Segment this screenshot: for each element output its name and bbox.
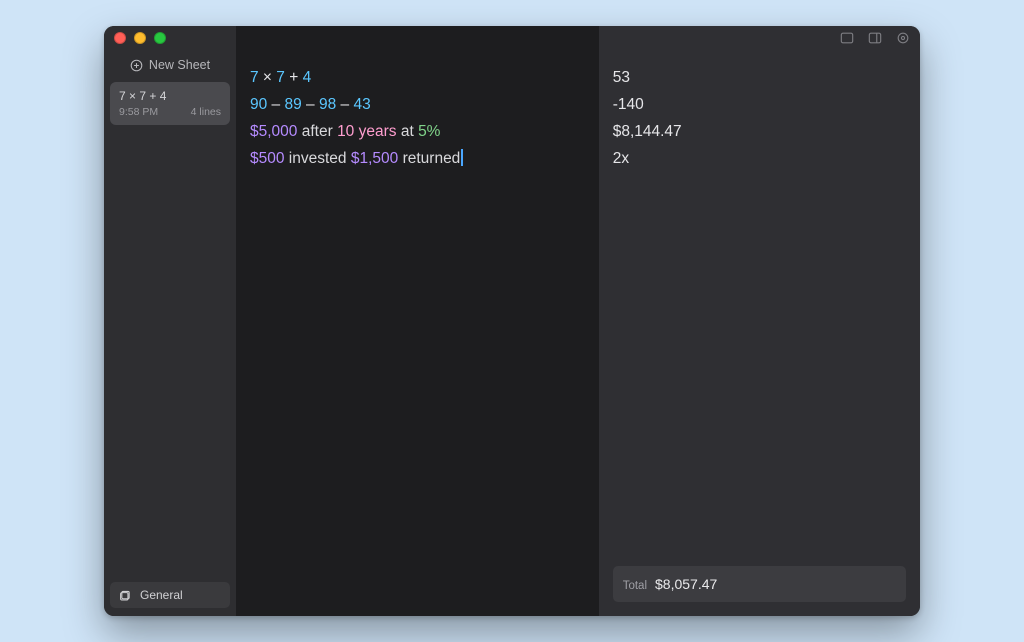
category-button[interactable]: General	[110, 582, 230, 608]
token: 7	[276, 69, 285, 86]
editor-line[interactable]: $5,000 after 10 years at 5%	[250, 118, 585, 145]
sidebar: New Sheet 7 × 7 + 4 9:58 PM 4 lines Gene…	[104, 26, 236, 616]
panel-toggle-right-icon[interactable]	[868, 31, 882, 45]
token: –	[336, 96, 353, 113]
token: –	[267, 96, 284, 113]
app-window: New Sheet 7 × 7 + 4 9:58 PM 4 lines Gene…	[104, 26, 920, 616]
editor-line[interactable]: $500 invested $1,500 returned	[250, 145, 585, 172]
panel-toggle-left-icon[interactable]	[840, 31, 854, 45]
token: at	[397, 123, 419, 140]
editor-line[interactable]: 7 × 7 + 4	[250, 64, 585, 91]
new-sheet-label: New Sheet	[149, 58, 210, 72]
token: 5%	[418, 123, 440, 140]
total-value: $8,057.47	[655, 572, 717, 597]
minimize-icon[interactable]	[134, 32, 146, 44]
result-line[interactable]: 2x	[613, 145, 906, 172]
plus-circle-icon	[130, 59, 143, 72]
close-icon[interactable]	[114, 32, 126, 44]
token: invested	[284, 150, 350, 167]
titlebar	[104, 26, 920, 50]
category-label: General	[140, 588, 183, 602]
zoom-icon[interactable]	[154, 32, 166, 44]
token: 4	[303, 69, 312, 86]
token: returned	[398, 150, 460, 167]
window-controls	[114, 32, 166, 44]
settings-icon[interactable]	[896, 31, 910, 45]
token: ×	[259, 69, 277, 86]
token: $1,500	[351, 150, 398, 167]
result-line[interactable]: 53	[613, 64, 906, 91]
results-pane: 53-140$8,144.472x Total $8,057.47	[599, 26, 920, 616]
stack-icon	[119, 589, 132, 602]
token: 90	[250, 96, 267, 113]
token: –	[302, 96, 319, 113]
editor-pane[interactable]: 7 × 7 + 490 – 89 – 98 – 43$5,000 after 1…	[236, 26, 599, 616]
new-sheet-button[interactable]: New Sheet	[104, 54, 236, 82]
token: $5,000	[250, 123, 297, 140]
total-label: Total	[623, 576, 647, 596]
text-cursor	[461, 149, 463, 167]
token: $500	[250, 150, 284, 167]
sheet-time: 9:58 PM	[119, 106, 158, 118]
token: 7	[250, 69, 259, 86]
sheet-lines: 4 lines	[191, 106, 221, 118]
token: 43	[353, 96, 370, 113]
token: 98	[319, 96, 336, 113]
token: 89	[284, 96, 301, 113]
token: 10 years	[337, 123, 396, 140]
sheet-title: 7 × 7 + 4	[119, 89, 221, 103]
token: +	[285, 69, 303, 86]
result-line[interactable]: $8,144.47	[613, 118, 906, 145]
total-bar[interactable]: Total $8,057.47	[613, 566, 906, 603]
token: after	[297, 123, 337, 140]
result-line[interactable]: -140	[613, 91, 906, 118]
editor-line[interactable]: 90 – 89 – 98 – 43	[250, 91, 585, 118]
sheet-card[interactable]: 7 × 7 + 4 9:58 PM 4 lines	[110, 82, 230, 125]
